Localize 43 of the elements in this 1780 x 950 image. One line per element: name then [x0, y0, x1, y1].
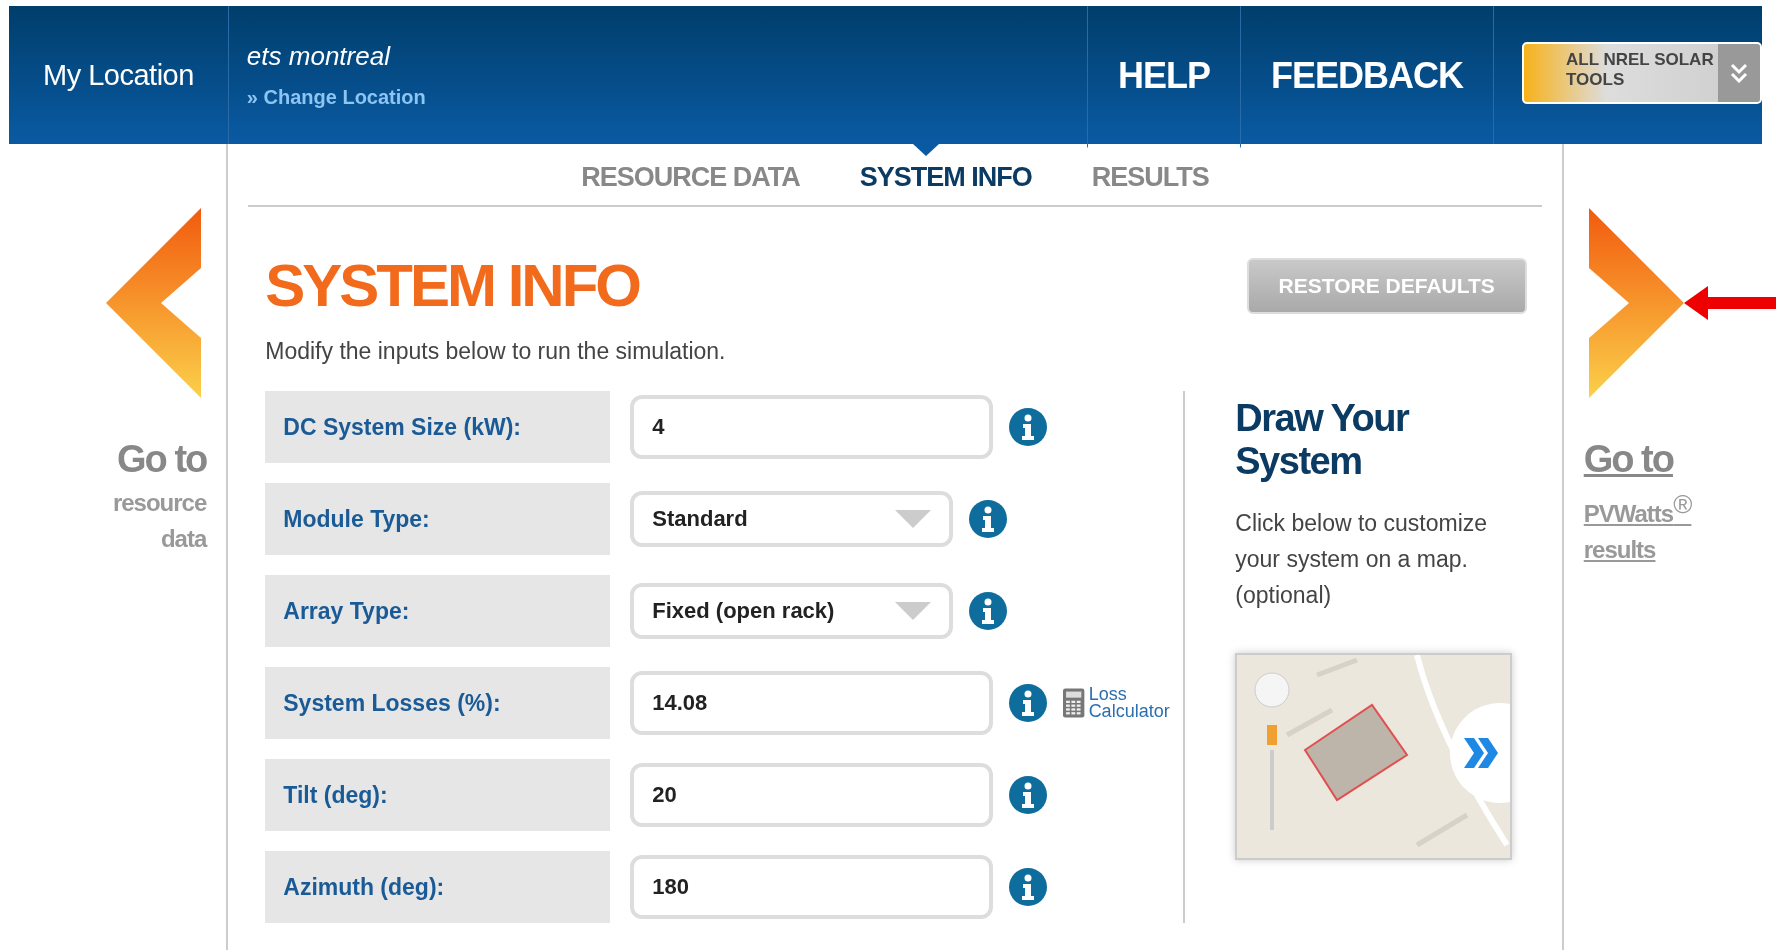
- draw-system-text: Click below to customize your system on a map. (optional): [1235, 509, 1489, 610]
- nav-link[interactable]: HELP: [1086, 6, 1240, 148]
- info-icon[interactable]: [969, 500, 1008, 538]
- go-to-link[interactable]: resource: [112, 489, 207, 517]
- info-icon[interactable]: [1009, 776, 1048, 814]
- caret-icon: [895, 602, 932, 620]
- field-label: System Losses (%):: [265, 667, 611, 739]
- input-field[interactable]: 20: [630, 763, 994, 827]
- field-label: Azimuth (deg):: [265, 851, 611, 923]
- info-icon[interactable]: [1009, 868, 1048, 906]
- input-field[interactable]: 14.08: [630, 671, 994, 735]
- field-label: Module Type:: [265, 483, 611, 555]
- location-label: My Location: [43, 58, 194, 92]
- tab[interactable]: RESULTS: [1091, 162, 1209, 193]
- double-chevron-icon: [1730, 63, 1748, 83]
- input-field[interactable]: 180: [630, 855, 994, 919]
- double-chevron-icon: [1464, 738, 1499, 768]
- field-label: Array Type:: [265, 575, 611, 647]
- location-name: ets montreal: [246, 41, 390, 72]
- info-icon[interactable]: [1009, 684, 1048, 722]
- go-to-link[interactable]: data: [160, 525, 207, 553]
- go-to-link[interactable]: results: [1583, 536, 1656, 564]
- tab[interactable]: RESOURCE DATA: [581, 162, 800, 193]
- info-icon[interactable]: [969, 592, 1008, 630]
- go-to-link[interactable]: Go to: [117, 438, 207, 481]
- change-location-link[interactable]: » Change Location: [246, 86, 426, 109]
- input-field[interactable]: 4: [630, 395, 994, 459]
- solar-tools-button[interactable]: ALL NREL SOLAR TOOLS: [1522, 42, 1762, 104]
- nav-link[interactable]: FEEDBACK: [1240, 6, 1493, 148]
- dropdown[interactable]: Standard: [630, 491, 954, 547]
- tab-pointer-icon: [913, 144, 939, 156]
- subtitle: Modify the inputs below to run the simulation.: [265, 338, 727, 365]
- field-label: Tilt (deg):: [265, 759, 611, 831]
- info-icon[interactable]: [1009, 408, 1048, 446]
- caret-icon: [895, 510, 932, 528]
- page-title: SYSTEM INFO: [265, 251, 639, 320]
- arrow-icon: [1683, 286, 1776, 320]
- go-to-link[interactable]: Go to: [1583, 438, 1673, 481]
- draw-system-title: Draw Your System: [1235, 397, 1410, 483]
- field-label: DC System Size (kW):: [265, 391, 611, 463]
- loss-calculator-link[interactable]: Loss Calculator: [1063, 684, 1184, 722]
- tab[interactable]: SYSTEM INFO: [859, 162, 1032, 193]
- dropdown[interactable]: Fixed (open rack): [630, 583, 954, 639]
